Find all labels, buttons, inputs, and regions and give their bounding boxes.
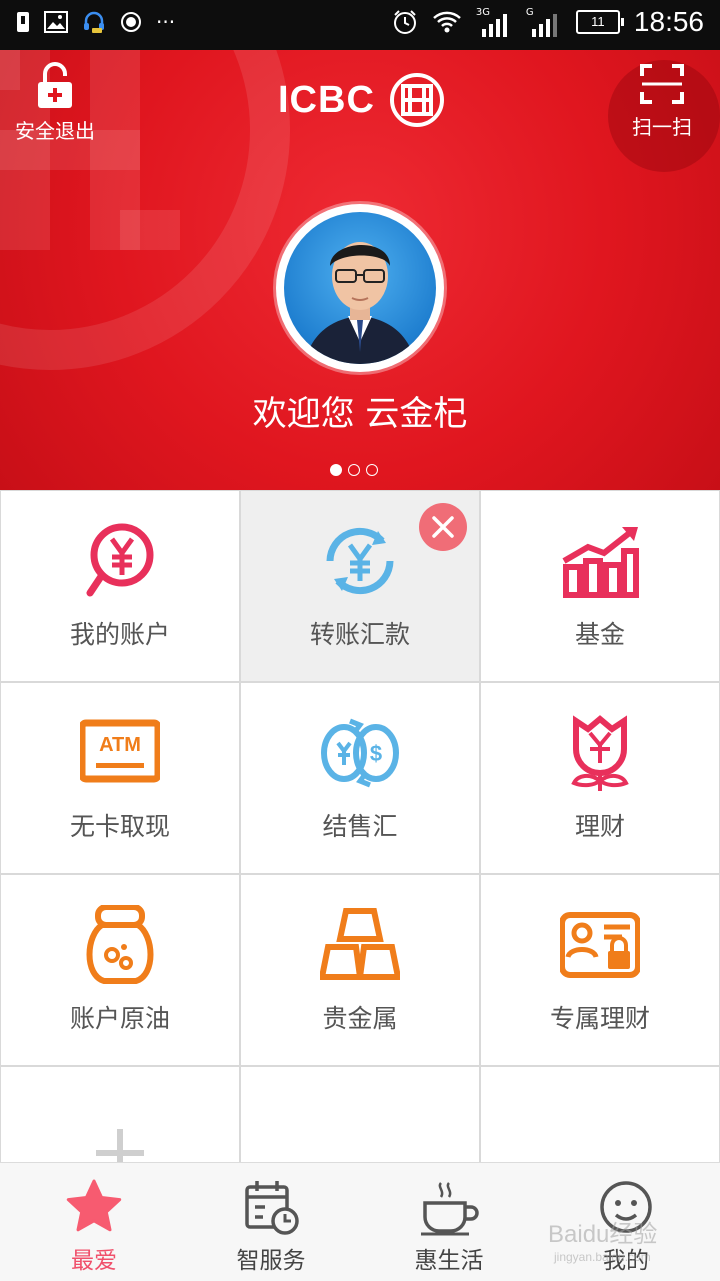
scan-icon [640,64,684,104]
logout-label: 安全退出 [15,119,95,143]
grid-item-exclusive-wealth[interactable]: 专属理财 [481,875,719,1065]
oil-jar-icon [86,905,154,984]
coffee-cup-icon [421,1182,479,1236]
status-right-icons: 3G G 11 18:56 [392,6,704,38]
svg-text:$: $ [370,741,382,766]
grid-item-transfer[interactable]: 转账汇款 [241,491,479,681]
grid-item-my-account[interactable]: 我的账户 [1,491,239,681]
star-icon [66,1179,122,1232]
scan-label: 扫一扫 [632,115,692,139]
alarm-icon [393,10,416,34]
record-icon [121,12,141,32]
grid-item-fund[interactable]: 基金 [481,491,719,681]
carousel-dot-2[interactable] [348,464,360,476]
icbc-logo-icon [389,73,444,127]
watermark-url: jingyan.baidu.com [554,1250,651,1264]
grid-item-label: 结售汇 [322,812,398,841]
remove-favorite-button[interactable] [419,503,467,551]
status-bar: ··· 3G G 11 18:56 [0,0,720,50]
nav-life[interactable]: 惠生活 [359,1163,539,1281]
close-icon [432,516,454,538]
lock-icon [38,62,72,108]
grid-item-add[interactable] [1,1067,239,1162]
nav-favorites[interactable]: 最爱 [4,1163,184,1281]
grid-item-label: 基金 [574,620,625,649]
brand-logo: ICBC [278,72,445,128]
function-grid: 我的账户 转账汇款 基金 ATM 无卡取现 $ 结售汇 理财 账户原油 贵金属 … [0,490,720,1162]
grid-item-label: 转账汇款 [309,620,410,649]
carousel-dot-3[interactable] [366,464,378,476]
grid-item-label: 专属理财 [549,1004,650,1033]
more-notifications: ··· [156,10,176,34]
signal-3g-icon: 3G [476,7,512,37]
grid-item-precious-metals[interactable]: 贵金属 [241,875,479,1065]
battery-level: 11 [591,14,605,29]
gold-bars-icon [320,908,400,980]
wifi-icon [433,11,461,33]
grid-item-label: 理财 [574,812,625,841]
nav-label: 最爱 [71,1248,117,1274]
add-icon [96,1129,144,1162]
transfer-icon [326,527,394,595]
brand-name: ICBC [278,78,375,121]
watermark: Baidu经验 [548,1221,658,1248]
fund-chart-icon [562,527,639,598]
atm-icon-text: ATM [99,734,141,756]
clock: 18:56 [633,6,704,37]
scan-button[interactable]: 扫一扫 [614,62,710,140]
header-banner: 安全退出 ICBC 扫一扫 欢迎您 云金杞 [0,50,720,490]
calendar-clock-icon [245,1181,299,1235]
welcome-message: 欢迎您 云金杞 [252,394,468,434]
account-icon [86,523,154,597]
grid-item-wealth[interactable]: 理财 [481,683,719,873]
grid-item-crude-oil[interactable]: 账户原油 [1,875,239,1065]
grid-item-fx-settlement[interactable]: $ 结售汇 [241,683,479,873]
nav-label: 惠生活 [414,1248,484,1274]
avatar[interactable] [276,204,444,372]
logout-button[interactable]: 安全退出 [10,62,100,144]
carousel-indicator[interactable] [330,464,378,476]
signal-g-icon: G [526,7,562,37]
rose-finance-icon [571,715,629,791]
atm-icon: ATM [80,719,160,783]
nav-smart-service[interactable]: 智服务 [181,1163,361,1281]
grid-item-label: 无卡取现 [69,812,170,841]
avatar-photo [284,212,436,364]
exchange-icon: $ [321,718,399,788]
battery-icon: 11 [575,10,624,34]
download-icon [17,12,29,32]
carousel-dot-1[interactable] [330,464,342,476]
nav-label: 智服务 [236,1248,306,1274]
status-left-icons: ··· [16,10,175,34]
exclusive-finance-icon [560,912,640,978]
grid-item-label: 我的账户 [69,620,170,649]
headset-icon [84,11,104,33]
grid-item-empty [241,1067,479,1162]
grid-item-label: 账户原油 [69,1004,170,1033]
grid-item-empty [481,1067,719,1162]
image-icon [44,11,68,33]
grid-item-cardless-withdrawal[interactable]: ATM 无卡取现 [1,683,239,873]
grid-item-label: 贵金属 [322,1004,398,1033]
